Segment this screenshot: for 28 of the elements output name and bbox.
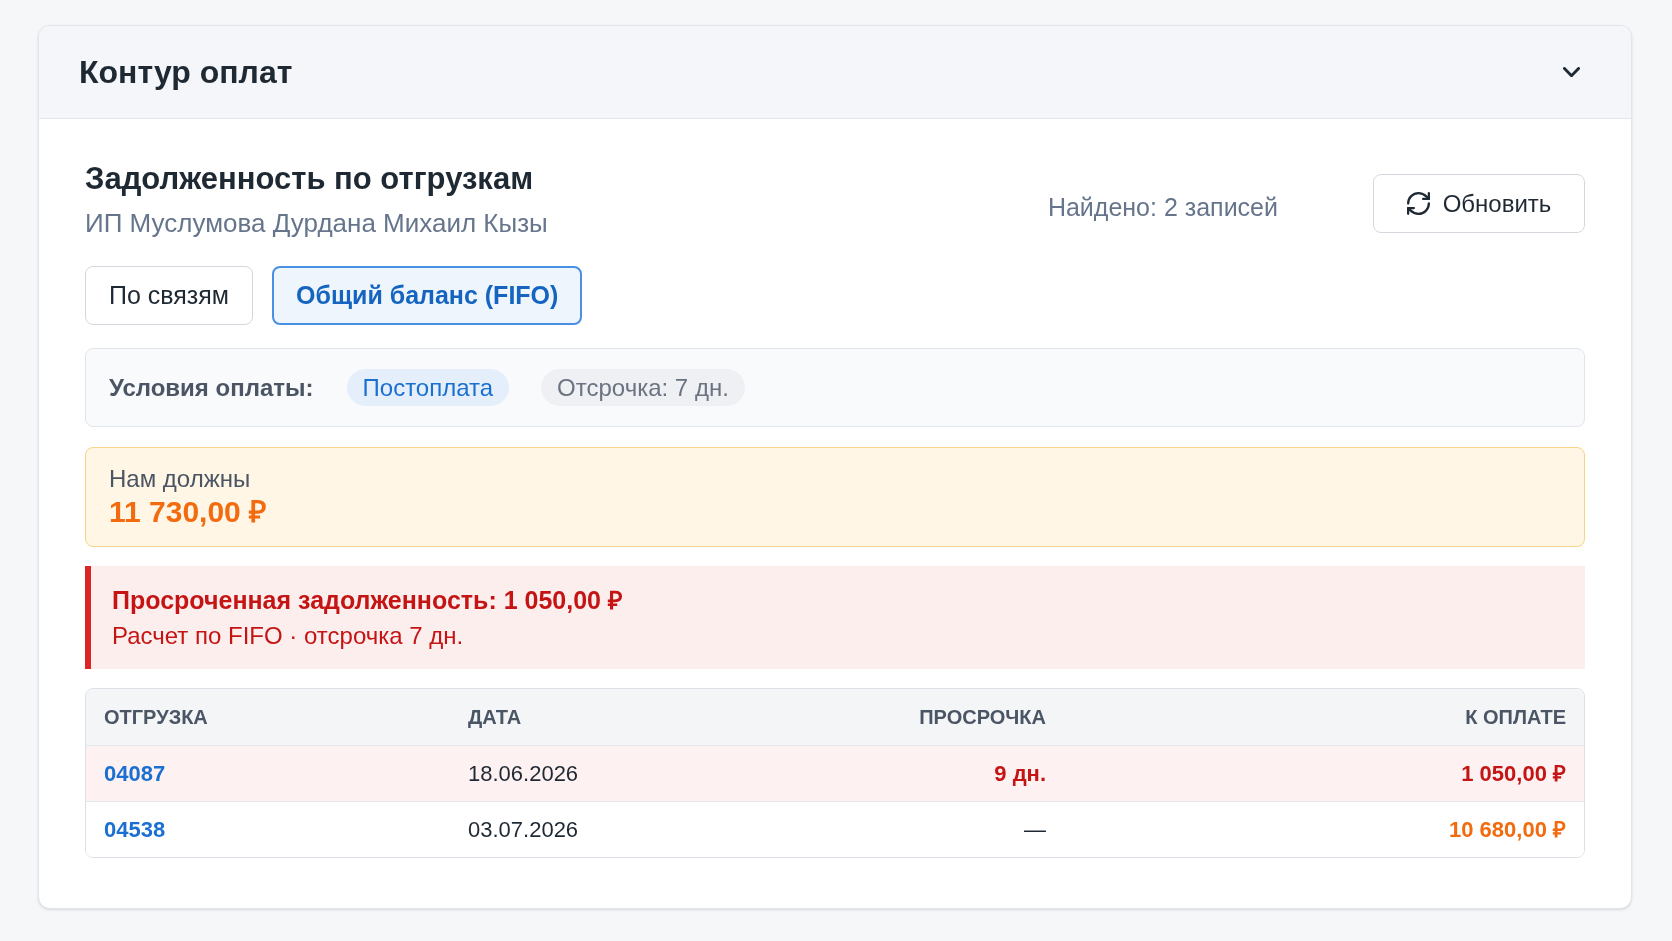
shipment-date: 18.06.2026 xyxy=(468,760,579,788)
view-tab[interactable]: По связям xyxy=(85,266,254,325)
payment-terms-label: Условия оплаты: xyxy=(109,372,314,403)
payment-term-tag: Постоплата xyxy=(346,369,510,406)
alert-title: Просроченная задолженность: 1 050,00 ₽ xyxy=(112,584,624,615)
view-tab[interactable]: Общий баланс (FIFO) xyxy=(272,266,583,325)
overdue-days: 9 дн. xyxy=(994,757,1046,790)
overdue-days: — xyxy=(1024,813,1046,846)
shipment-link[interactable]: 04087 xyxy=(104,757,166,790)
column-header: ДАТА xyxy=(468,705,522,730)
records-count: Найдено: 2 записей xyxy=(1047,191,1278,222)
amount-due: 1 050,00 ₽ xyxy=(1461,760,1566,788)
refresh-icon xyxy=(1406,192,1430,215)
panel-title: Контур оплат xyxy=(79,53,293,91)
shipment-date: 03.07.2026 xyxy=(468,816,579,844)
chevron-down-icon[interactable] xyxy=(1563,67,1580,77)
section-title: Задолженность по отгрузкам xyxy=(85,160,535,198)
amount-due: 10 680,00 ₽ xyxy=(1449,816,1566,844)
balance-label: Нам должны xyxy=(109,464,252,494)
refresh-button[interactable]: Обновить xyxy=(1373,174,1585,233)
shipment-link[interactable]: 04538 xyxy=(104,813,166,846)
payment-term-tag: Отсрочка: 7 дн. xyxy=(541,369,745,406)
column-header: ПРОСРОЧКА xyxy=(919,705,1046,730)
column-header: К ОПЛАТЕ xyxy=(1465,705,1566,730)
balance-amount: 11 730,00 ₽ xyxy=(109,494,268,530)
alert-detail: Расчет по FIFO · отсрочка 7 дн. xyxy=(112,620,465,651)
column-header: ОТГРУЗКА xyxy=(104,705,208,730)
company-name: ИП Муслумова Дурдана Михаил Кызы xyxy=(85,207,548,240)
